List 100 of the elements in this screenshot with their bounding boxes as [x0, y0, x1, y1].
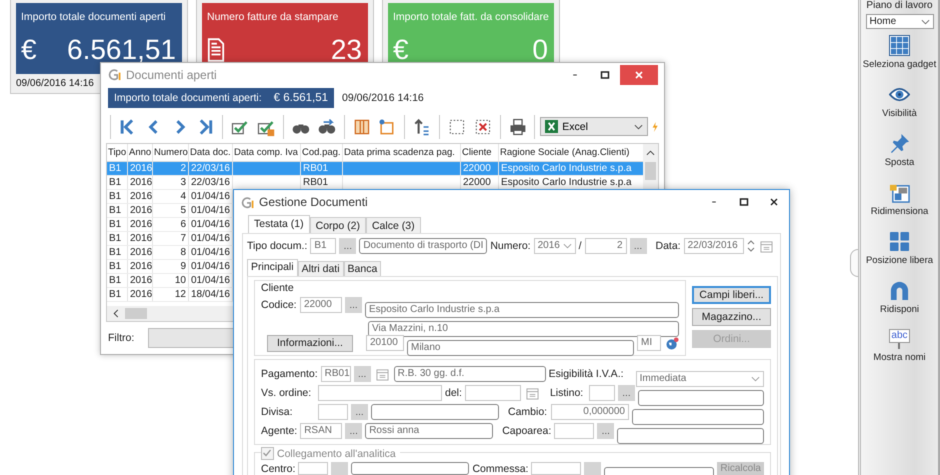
- tab[interactable]: Principali: [247, 259, 298, 276]
- calendar-icon[interactable]: [376, 368, 389, 380]
- tab[interactable]: Testata (1): [248, 215, 310, 233]
- input-field[interactable]: 22000: [300, 297, 342, 313]
- input-field[interactable]: [554, 423, 594, 439]
- input-field[interactable]: 20100: [366, 335, 404, 351]
- input-field[interactable]: Esposito Carlo Industrie s.p.a: [365, 302, 679, 318]
- input-field[interactable]: [638, 390, 764, 406]
- tab[interactable]: Banca: [344, 261, 382, 276]
- input-field[interactable]: MI: [637, 335, 661, 351]
- input-field[interactable]: [318, 404, 348, 420]
- browse-button[interactable]: ...: [339, 238, 356, 254]
- app-logo-icon: [107, 68, 122, 81]
- input-field[interactable]: Milano: [407, 340, 634, 356]
- tab[interactable]: Altri dati: [298, 261, 344, 276]
- column-header[interactable]: Anno: [128, 144, 153, 162]
- input-field[interactable]: R.B. 30 gg. d.f.: [394, 366, 546, 382]
- separator: /: [578, 240, 582, 252]
- maximize-icon: [600, 70, 610, 80]
- table-cell: 8: [153, 246, 189, 260]
- input-field[interactable]: [617, 428, 764, 444]
- input-field[interactable]: B1: [310, 238, 336, 254]
- sidebar-tool[interactable]: Ridimensiona: [870, 182, 928, 231]
- table-row[interactable]: B1 2016 10 01/04/16: [107, 274, 233, 288]
- date-field[interactable]: [464, 385, 521, 401]
- table-row[interactable]: B1 2016 8 01/04/16: [107, 246, 233, 260]
- calendar-icon[interactable]: [526, 386, 539, 400]
- form-button[interactable]: Magazzino...: [692, 308, 771, 326]
- pushpin-icon: [888, 133, 910, 154]
- table-cell: B1: [107, 246, 128, 260]
- close-icon: [634, 70, 644, 80]
- input-field[interactable]: [588, 385, 615, 401]
- field-label: Codice:: [261, 299, 297, 311]
- workspace-dropdown[interactable]: Home: [866, 14, 934, 29]
- app-logo-icon: [240, 196, 255, 208]
- scroll-thumb[interactable]: [645, 162, 656, 180]
- input-field[interactable]: Via Mazzini, n.10: [368, 321, 679, 337]
- browse-button[interactable]: ...: [630, 238, 646, 254]
- minimize-icon: [711, 201, 717, 203]
- table-row[interactable]: B1 2016 4 01/04/16: [107, 190, 233, 204]
- sidebar-title: Piano di lavoro: [866, 0, 933, 12]
- table-row[interactable]: B1 2016 6 01/04/16: [107, 218, 233, 232]
- input-field[interactable]: [318, 385, 442, 401]
- browse-button[interactable]: ...: [618, 385, 635, 401]
- browse-button[interactable]: ...: [345, 423, 362, 439]
- column-header[interactable]: Data doc.: [189, 144, 233, 162]
- input-field[interactable]: RSAN: [300, 423, 342, 439]
- input-field[interactable]: 2: [584, 238, 626, 254]
- tab[interactable]: Calce (3): [366, 217, 421, 233]
- input-field[interactable]: RB01: [320, 366, 351, 382]
- sidebar-tool[interactable]: abc Mostra nomi: [873, 329, 926, 378]
- date-field[interactable]: 22/03/2016: [684, 238, 744, 254]
- input-field[interactable]: Rossi anna: [365, 423, 494, 439]
- year-dropdown[interactable]: 2016: [534, 238, 576, 254]
- field-label: Tipo docum.:: [247, 240, 308, 252]
- column-header[interactable]: Data prima scadenza pag.: [343, 144, 461, 162]
- input-field[interactable]: [371, 404, 499, 420]
- input-field[interactable]: [632, 409, 764, 425]
- browse-button[interactable]: ...: [597, 423, 614, 439]
- window-title: Gestione Documenti: [259, 195, 368, 209]
- calendar-icon[interactable]: [760, 240, 773, 252]
- column-header[interactable]: Data comp. Iva: [233, 144, 301, 162]
- table-cell: B1: [107, 288, 128, 302]
- gadget-date: 09/06/2016 14:16: [16, 78, 94, 90]
- globe-icon[interactable]: [666, 336, 679, 350]
- info-button[interactable]: Informazioni...: [267, 334, 353, 352]
- spinner-icon[interactable]: [746, 238, 755, 254]
- field-label: Listino:: [550, 387, 584, 399]
- table-row[interactable]: B1 2016 12 18/04/16: [107, 288, 233, 302]
- input-field[interactable]: [351, 462, 470, 475]
- spreadsheet-icon: [545, 120, 558, 134]
- tab[interactable]: Corpo (2): [310, 217, 366, 233]
- scroll-thumb[interactable]: [125, 308, 147, 319]
- table-row[interactable]: B1 2016 9 01/04/16: [107, 260, 233, 274]
- export-format-dropdown[interactable]: Excel: [540, 117, 648, 136]
- input-field[interactable]: [531, 462, 582, 475]
- input-field[interactable]: Documento di trasporto (DI: [359, 238, 488, 254]
- field-label: Data:: [656, 240, 681, 252]
- form-button[interactable]: Campi liberi...: [692, 286, 771, 304]
- browse-button[interactable]: ...: [351, 404, 368, 420]
- vat-dropdown[interactable]: Immediata: [636, 371, 764, 387]
- sidebar-tool[interactable]: Ridisponi: [880, 280, 920, 329]
- input-field[interactable]: 0,000000: [551, 404, 629, 420]
- collapse-handle[interactable]: [850, 249, 858, 277]
- browse-button[interactable]: ...: [354, 366, 371, 382]
- sidebar-tool[interactable]: Visibilità: [882, 84, 917, 133]
- sidebar-tool[interactable]: Posizione libera: [866, 231, 934, 280]
- column-header[interactable]: Tipo: [107, 144, 128, 162]
- input-field[interactable]: [298, 462, 328, 475]
- column-header[interactable]: Numero: [153, 144, 189, 162]
- gadget-title: Numero fatture da stampare: [207, 11, 340, 24]
- table-row[interactable]: B1 2016 5 01/04/16: [107, 204, 233, 218]
- table-row[interactable]: B1 2016 7 01/04/16: [107, 232, 233, 246]
- chevron-icon: [751, 376, 760, 382]
- column-header[interactable]: Cliente: [461, 144, 499, 162]
- sidebar-tool[interactable]: Seleziona gadget: [862, 35, 936, 84]
- currency-symbol: €: [21, 34, 37, 66]
- column-header[interactable]: Cod.pag.: [301, 144, 343, 162]
- sidebar-tool[interactable]: Sposta: [884, 133, 914, 182]
- browse-button[interactable]: ...: [345, 297, 362, 313]
